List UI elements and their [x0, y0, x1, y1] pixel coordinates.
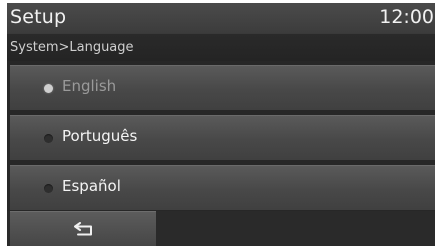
radio-indicator — [44, 184, 53, 193]
back-button[interactable] — [10, 211, 156, 246]
setup-screen: Setup 12:00 System>Language English Port… — [7, 3, 435, 246]
language-item-portugues[interactable]: Português — [10, 115, 435, 160]
breadcrumb: System>Language — [10, 40, 134, 55]
radio-indicator — [44, 134, 53, 143]
page-title: Setup — [10, 6, 67, 28]
bottom-bar — [7, 211, 435, 246]
radio-indicator-selected — [44, 84, 53, 93]
language-item-english[interactable]: English — [10, 65, 435, 110]
breadcrumb-bar: System>Language — [7, 34, 435, 61]
language-item-espanol[interactable]: Español — [10, 165, 435, 210]
language-label: Português — [62, 127, 138, 145]
clock: 12:00 — [379, 6, 434, 28]
language-list: English Português Español — [7, 61, 435, 211]
language-label: English — [62, 77, 117, 95]
language-label: Español — [62, 177, 121, 195]
header-bar: Setup 12:00 — [7, 3, 435, 33]
back-arrow-icon — [74, 222, 92, 236]
